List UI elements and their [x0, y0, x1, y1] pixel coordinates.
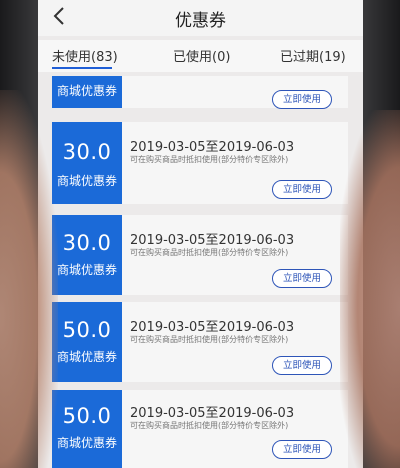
use-now-button[interactable]: 立即使用 — [272, 440, 332, 459]
coupon-validity-dates: 2019-03-05至2019-06-03 — [130, 320, 295, 335]
active-tab-indicator — [52, 67, 112, 69]
coupon-amount: 30.0 — [62, 140, 112, 164]
coupon-type-label: 商城优惠券 — [56, 263, 117, 277]
coupon-value-panel: 50.0 商城优惠券 — [52, 302, 127, 382]
tab-unused[interactable]: 未使用(83) — [52, 46, 118, 65]
coupon-info-panel: 2019-03-05至2019-06-03 可在购买商品时抵扣使用(部分特价专区… — [122, 302, 348, 382]
coupon-app: 优惠券 未使用(83) 已使用(0) 已过期(19) 商城优惠券 立即使用 30… — [38, 0, 363, 468]
coupon-validity-dates: 2019-03-05至2019-06-03 — [130, 140, 295, 155]
navigation-bar: 优惠券 — [38, 0, 363, 36]
coupon-value-panel: 商城优惠券 — [52, 76, 127, 108]
coupon-description: 可在购买商品时抵扣使用(部分特价专区除外) — [130, 155, 289, 164]
use-now-button[interactable]: 立即使用 — [272, 356, 332, 375]
coupon-amount: 50.0 — [62, 318, 112, 342]
coupon-value-panel: 30.0 商城优惠券 — [52, 215, 127, 295]
phone-screen: 优惠券 未使用(83) 已使用(0) 已过期(19) 商城优惠券 立即使用 30… — [0, 0, 400, 468]
coupon-validity-dates: 2019-03-05至2019-06-03 — [130, 406, 295, 421]
coupon-description: 可在购买商品时抵扣使用(部分特价专区除外) — [130, 421, 289, 430]
tab-expired[interactable]: 已过期(19) — [280, 46, 346, 65]
tab-used[interactable]: 已使用(0) — [173, 46, 230, 65]
coupon-card: 50.0 商城优惠券 2019-03-05至2019-06-03 可在购买商品时… — [52, 390, 348, 468]
coupon-amount: 50.0 — [62, 404, 112, 428]
coupon-card: 50.0 商城优惠券 2019-03-05至2019-06-03 可在购买商品时… — [52, 302, 348, 382]
coupon-card: 30.0 商城优惠券 2019-03-05至2019-06-03 可在购买商品时… — [52, 215, 348, 295]
hand-left-overlay — [0, 90, 58, 468]
coupon-info-panel: 2019-03-05至2019-06-03 可在购买商品时抵扣使用(部分特价专区… — [122, 390, 348, 468]
use-now-button[interactable]: 立即使用 — [272, 180, 332, 199]
coupon-type-label: 商城优惠券 — [56, 350, 117, 364]
coupon-amount: 30.0 — [62, 231, 112, 255]
coupon-validity-dates: 2019-03-05至2019-06-03 — [130, 233, 295, 248]
coupon-card: 商城优惠券 立即使用 — [52, 76, 348, 109]
coupon-tabs: 未使用(83) 已使用(0) 已过期(19) — [38, 40, 363, 72]
use-now-button[interactable]: 立即使用 — [272, 90, 332, 109]
coupon-description: 可在购买商品时抵扣使用(部分特价专区除外) — [130, 335, 289, 344]
coupon-description: 可在购买商品时抵扣使用(部分特价专区除外) — [130, 248, 289, 257]
coupon-type-label: 商城优惠券 — [56, 84, 117, 98]
coupon-info-panel: 2019-03-05至2019-06-03 可在购买商品时抵扣使用(部分特价专区… — [122, 215, 348, 295]
coupon-type-label: 商城优惠券 — [56, 174, 117, 188]
coupon-value-panel: 30.0 商城优惠券 — [52, 122, 127, 204]
coupon-card: 30.0 商城优惠券 2019-03-05至2019-06-03 可在购买商品时… — [52, 122, 348, 204]
page-title: 优惠券 — [175, 11, 226, 31]
coupon-info-panel: 立即使用 — [122, 76, 348, 109]
hand-right-overlay — [340, 110, 400, 468]
coupon-info-panel: 2019-03-05至2019-06-03 可在购买商品时抵扣使用(部分特价专区… — [122, 122, 348, 204]
coupon-type-label: 商城优惠券 — [56, 436, 117, 450]
use-now-button[interactable]: 立即使用 — [272, 269, 332, 288]
coupon-value-panel: 50.0 商城优惠券 — [52, 390, 127, 468]
